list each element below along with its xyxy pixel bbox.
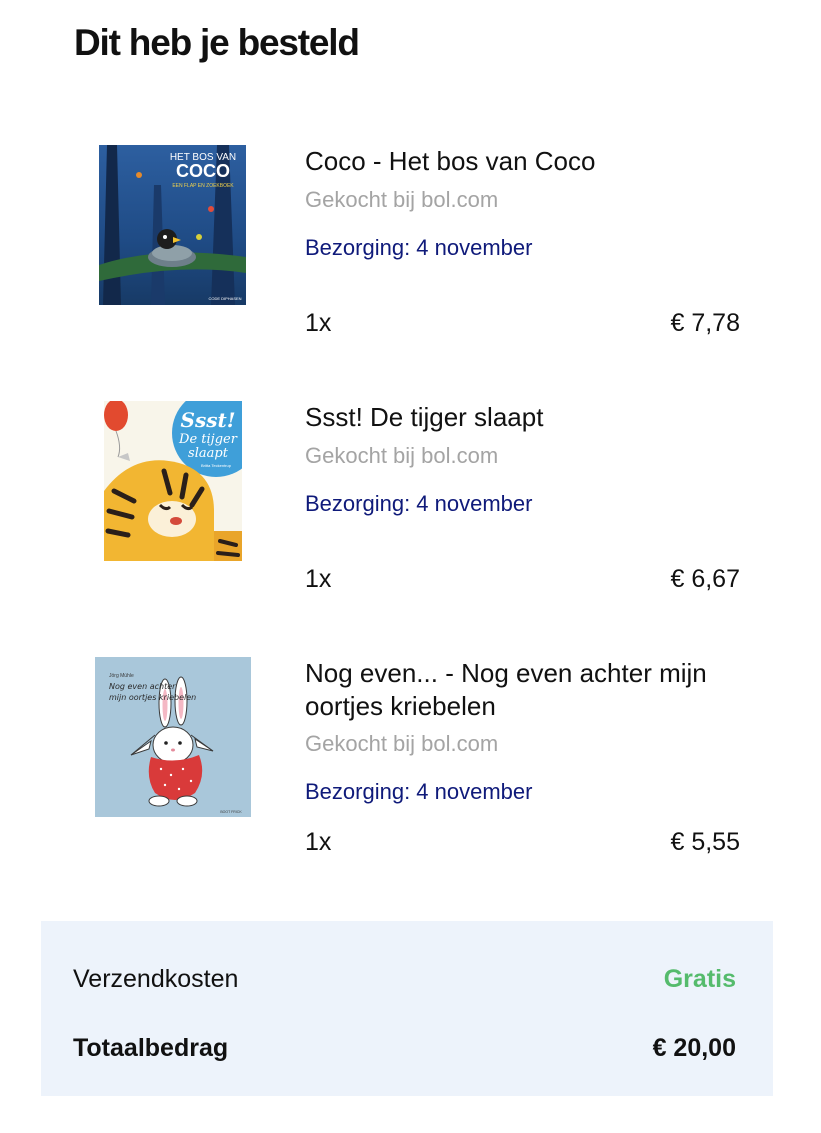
shipping-cost-label: Verzendkosten	[73, 965, 239, 993]
svg-text:EEN FLAP EN ZOEKBOEK: EEN FLAP EN ZOEKBOEK	[172, 183, 234, 189]
item-delivery-date: Bezorging: 4 november	[305, 779, 533, 804]
svg-text:De tijger: De tijger	[178, 432, 238, 447]
book-cover-tijger[interactable]: Ssst! De tijger slaapt Britta Teckentrup	[104, 401, 242, 561]
bunny-cover-icon: Jörg Mühle Nog even achter mijn oortjes …	[95, 657, 251, 817]
item-seller: Gekocht bij bol.com	[305, 187, 499, 212]
total-amount-value: € 20,00	[652, 1034, 736, 1062]
item-quantity: 1x	[305, 565, 332, 593]
sleeping-tiger-cover-icon: Ssst! De tijger slaapt Britta Teckentrup	[104, 401, 242, 561]
svg-text:Ssst!: Ssst!	[181, 408, 236, 432]
svg-text:slaapt: slaapt	[188, 446, 229, 461]
svg-text:mijn oortjes kriebelen: mijn oortjes kriebelen	[109, 693, 196, 702]
item-price: € 5,55	[670, 828, 740, 856]
item-quantity: 1x	[305, 309, 332, 337]
item-quantity: 1x	[305, 828, 332, 856]
svg-text:Britta Teckentrup: Britta Teckentrup	[201, 463, 232, 468]
book-cover-oortjes[interactable]: Jörg Mühle Nog even achter mijn oortjes …	[95, 657, 251, 817]
page-title: Dit heb je besteld	[74, 22, 360, 63]
svg-text:Jörg Mühle: Jörg Mühle	[109, 673, 134, 679]
item-title[interactable]: Coco - Het bos van Coco	[305, 145, 755, 178]
item-price: € 7,78	[670, 309, 740, 337]
shipping-cost-value: Gratis	[663, 965, 736, 993]
book-cover-coco[interactable]: HET BOS VAN COCO EEN FLAP EN ZOEKBOEK CO…	[99, 145, 246, 305]
svg-text:CODE DIPHASEN: CODE DIPHASEN	[208, 296, 241, 301]
item-delivery-date: Bezorging: 4 november	[305, 235, 533, 260]
item-title[interactable]: Nog even... - Nog even achter mijn oortj…	[305, 657, 755, 723]
item-price: € 6,67	[670, 565, 740, 593]
total-amount-label: Totaalbedrag	[73, 1034, 229, 1062]
svg-text:COCO: COCO	[176, 161, 230, 181]
item-seller: Gekocht bij bol.com	[305, 443, 499, 468]
item-title[interactable]: Ssst! De tijger slaapt	[305, 401, 755, 434]
forest-bird-cover-icon: HET BOS VAN COCO EEN FLAP EN ZOEKBOEK CO…	[99, 145, 246, 305]
svg-text:Nog even achter: Nog even achter	[109, 682, 176, 691]
order-summary: Verzendkosten Gratis Totaalbedrag € 20,0…	[41, 921, 773, 1096]
item-seller: Gekocht bij bol.com	[305, 731, 499, 756]
item-delivery-date: Bezorging: 4 november	[305, 491, 533, 516]
svg-text:BOOT FRICK: BOOT FRICK	[220, 810, 242, 814]
